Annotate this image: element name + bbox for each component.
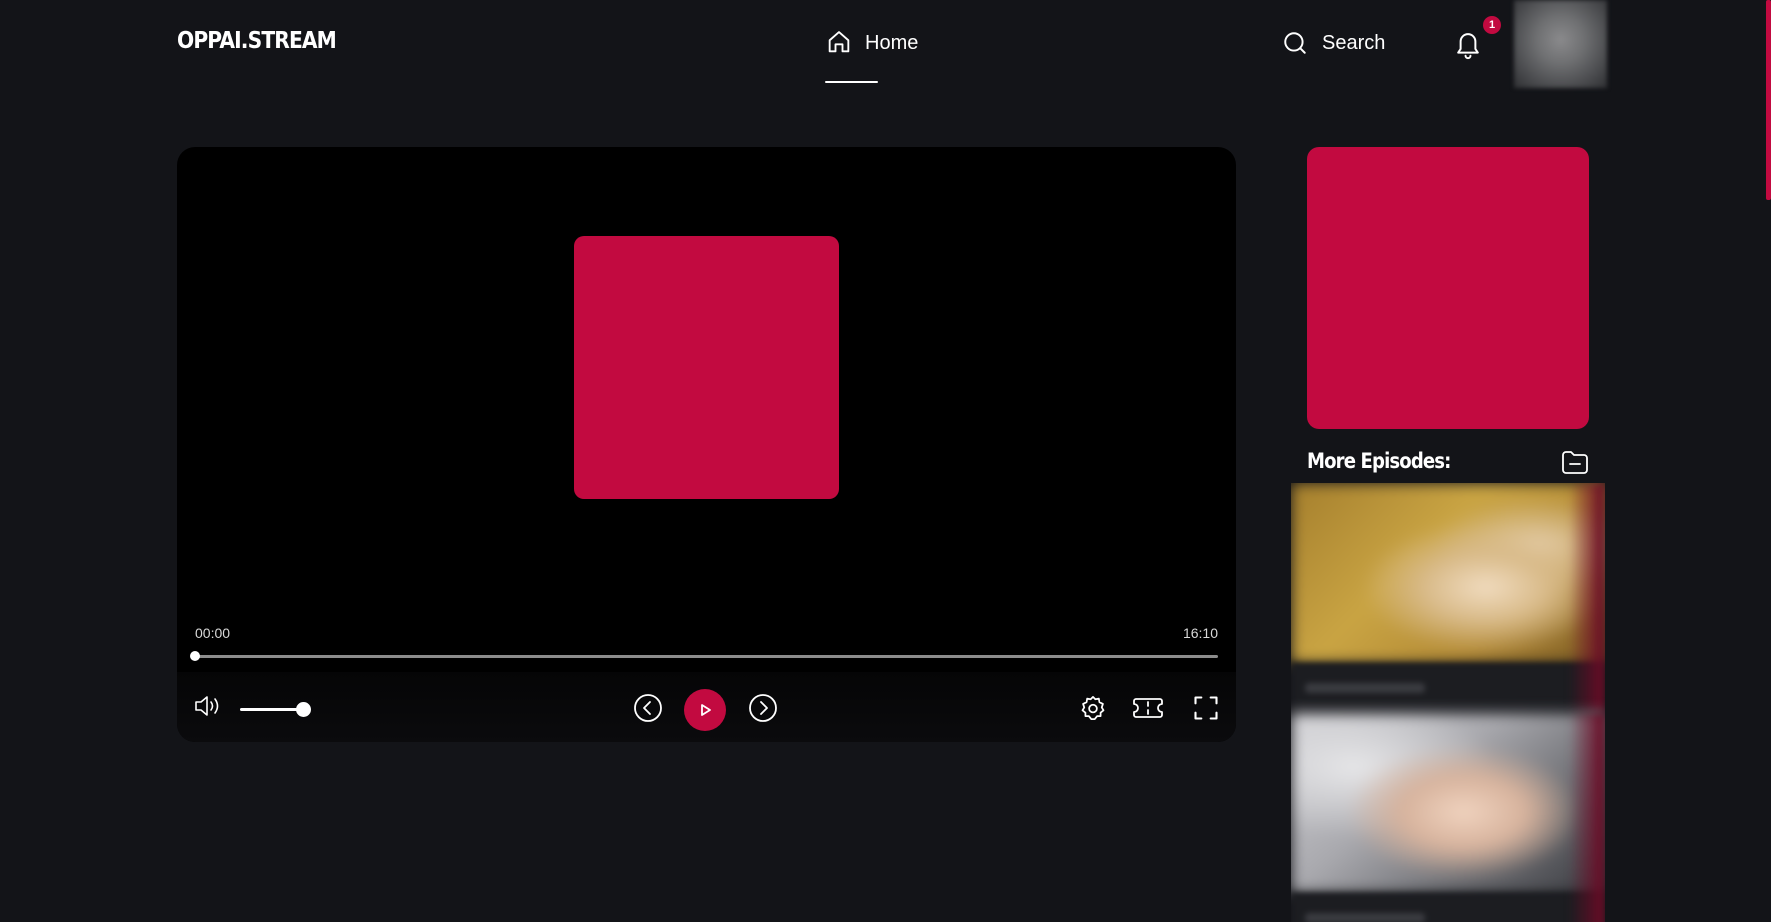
fullscreen-icon[interactable] (1192, 694, 1220, 722)
duration: 16:10 (1182, 625, 1218, 641)
video-player[interactable]: 00:00 16:10 (177, 147, 1236, 742)
video-poster (574, 236, 839, 499)
theater-mode-icon[interactable] (1132, 694, 1164, 722)
episode-card[interactable] (1291, 483, 1605, 713)
series-cover[interactable] (1307, 147, 1589, 429)
nav-home[interactable]: Home (825, 28, 918, 84)
search-button[interactable]: Search (1282, 30, 1385, 56)
episode-info (1291, 663, 1605, 711)
nav-active-indicator (825, 81, 878, 83)
site-logo[interactable]: OPPAI.STREAM (177, 28, 337, 54)
volume-slider[interactable] (240, 708, 302, 711)
episode-edge (1569, 483, 1605, 713)
chevron-right-icon[interactable] (748, 693, 778, 723)
home-icon (828, 31, 850, 53)
search-label: Search (1322, 31, 1386, 54)
play-button[interactable] (684, 689, 726, 731)
bell-icon[interactable] (1453, 28, 1483, 60)
page: OPPAI.STREAM Home Search 1 00:00 16:10 M… (0, 0, 1771, 922)
nav-home-label: Home (865, 32, 919, 54)
gear-icon[interactable] (1079, 694, 1107, 722)
avatar[interactable] (1514, 0, 1607, 88)
episode-card[interactable] (1291, 713, 1605, 922)
episode-info (1291, 893, 1605, 922)
play-icon (701, 704, 711, 716)
chevron-left-icon[interactable] (633, 693, 663, 723)
episode-thumbnail (1291, 483, 1605, 663)
search-icon (1284, 32, 1306, 54)
more-episodes-title: More Episodes: (1307, 449, 1451, 473)
notification-badge: 1 (1483, 16, 1501, 34)
volume-handle[interactable] (296, 702, 311, 717)
scrollbar-thumb[interactable] (1766, 0, 1771, 200)
episode-list (1291, 483, 1605, 922)
progress-bar[interactable] (195, 655, 1218, 658)
volume-icon[interactable] (193, 691, 223, 721)
episode-edge (1569, 713, 1605, 922)
progress-handle[interactable] (190, 651, 200, 661)
episode-thumbnail (1291, 713, 1605, 893)
folder-minus-icon[interactable] (1560, 447, 1590, 477)
current-time: 00:00 (195, 625, 231, 641)
